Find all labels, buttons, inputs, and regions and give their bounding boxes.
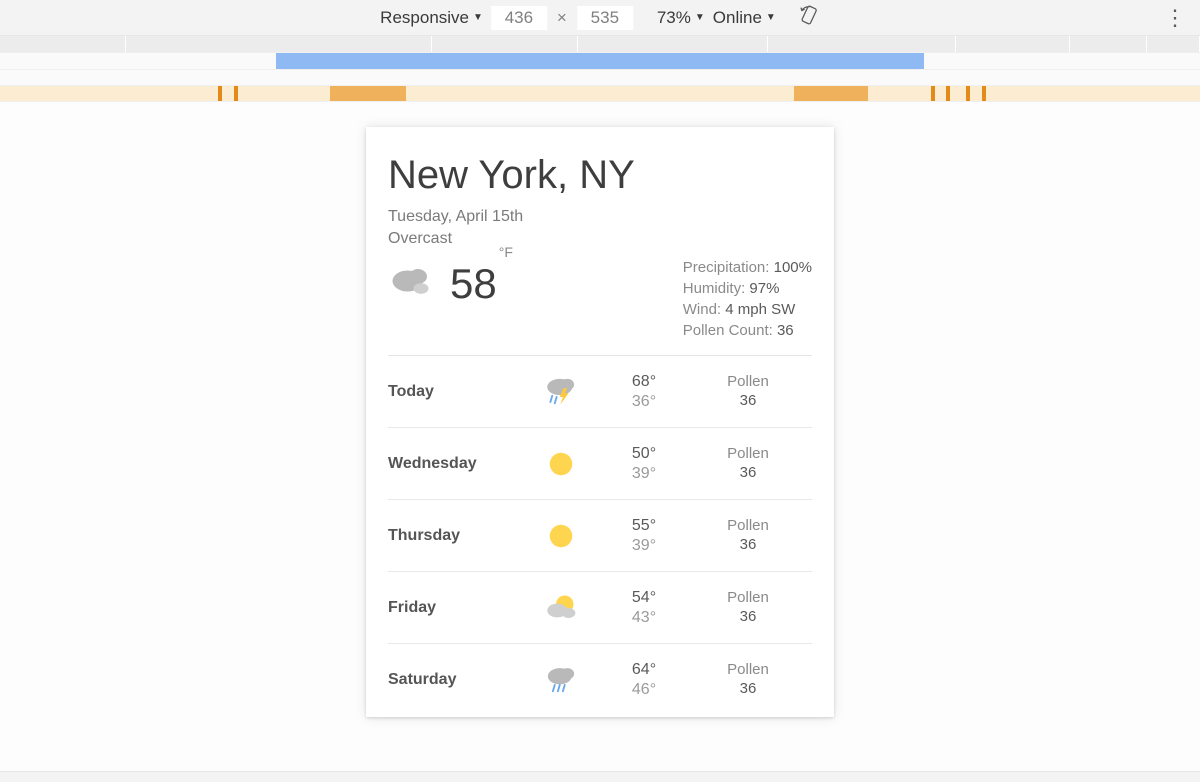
forecast-pollen: Pollen36: [684, 445, 812, 483]
forecast-list: Today68°36°Pollen36Wednesday50°39°Pollen…: [388, 356, 812, 716]
forecast-day: Friday: [388, 599, 518, 617]
precip-value: 100%: [774, 259, 812, 276]
forecast-temps: 54°43°: [604, 588, 684, 628]
pollen-label: Pollen Count:: [683, 322, 773, 339]
dimension-separator: ×: [555, 8, 569, 28]
devtools-bottom-bar: [0, 771, 1200, 782]
device-viewport-stage: New York, NY Tuesday, April 15th Overcas…: [0, 102, 1200, 771]
humidity-label: Humidity:: [683, 280, 746, 297]
throttle-dropdown[interactable]: Online ▼: [713, 8, 776, 28]
sunny-icon: [518, 444, 604, 484]
forecast-low: 39°: [604, 536, 684, 556]
pollen-value: 36: [777, 322, 794, 339]
humidity-value: 97%: [749, 280, 779, 297]
sunny-icon: [518, 516, 604, 556]
resize-handle-south[interactable]: ══: [588, 710, 612, 717]
forecast-low: 36°: [604, 392, 684, 412]
condition-text: Overcast: [388, 228, 812, 250]
thunder-icon: [518, 372, 604, 412]
ruler-blue-row[interactable]: [0, 53, 1200, 70]
throttle-label: Online: [713, 8, 762, 28]
device-mode-dropdown[interactable]: Responsive ▼: [380, 8, 483, 28]
chevron-down-icon: ▼: [473, 12, 483, 23]
forecast-day: Thursday: [388, 527, 518, 545]
forecast-low: 46°: [604, 680, 684, 700]
ruler-spacer-row: [0, 70, 1200, 86]
forecast-row: Today 68°36°Pollen36: [388, 356, 812, 428]
forecast-low: 43°: [604, 608, 684, 628]
devtools-device-toolbar: Responsive ▼ × 73% ▼ Online ▼ ⋮: [0, 0, 1200, 36]
weather-stats: Precipitation: 100% Humidity: 97% Wind: …: [683, 257, 812, 341]
forecast-temps: 50°39°: [604, 444, 684, 484]
ruler-orange-row[interactable]: [0, 86, 1200, 102]
temp-unit: °F: [499, 244, 513, 260]
date-text: Tuesday, April 15th: [388, 206, 812, 228]
current-temp: 58: [450, 260, 497, 307]
forecast-row: Saturday 64°46°Pollen36: [388, 644, 812, 716]
forecast-high: 55°: [604, 516, 684, 536]
rain-icon: [518, 660, 604, 700]
forecast-high: 68°: [604, 372, 684, 392]
zoom-dropdown[interactable]: 73% ▼: [657, 8, 705, 28]
rotate-icon[interactable]: [798, 4, 820, 31]
zoom-label: 73%: [657, 8, 691, 28]
partly-icon: [518, 588, 604, 628]
forecast-pollen: Pollen36: [684, 373, 812, 411]
weather-card: New York, NY Tuesday, April 15th Overcas…: [366, 127, 834, 716]
media-query-ruler: [0, 36, 1200, 102]
overcast-icon: [388, 257, 436, 310]
viewport-width-input[interactable]: [491, 6, 547, 30]
device-mode-label: Responsive: [380, 8, 469, 28]
forecast-temps: 64°46°: [604, 660, 684, 700]
forecast-pollen: Pollen36: [684, 661, 812, 699]
more-options-icon[interactable]: ⋮: [1164, 5, 1190, 31]
forecast-high: 50°: [604, 444, 684, 464]
forecast-row: Friday 54°43°Pollen36: [388, 572, 812, 644]
forecast-row: Wednesday 50°39°Pollen36: [388, 428, 812, 500]
forecast-pollen: Pollen36: [684, 517, 812, 555]
wind-label: Wind:: [683, 301, 721, 318]
current-conditions: 58°F Precipitation: 100% Humidity: 97% W…: [388, 257, 812, 356]
forecast-high: 64°: [604, 660, 684, 680]
viewport-height-input[interactable]: [577, 6, 633, 30]
forecast-day: Wednesday: [388, 455, 518, 473]
ruler-gray-row[interactable]: [0, 36, 1200, 53]
precip-label: Precipitation:: [683, 259, 770, 276]
location-title: New York, NY: [388, 153, 812, 198]
forecast-day: Saturday: [388, 671, 518, 689]
forecast-temps: 55°39°: [604, 516, 684, 556]
forecast-pollen: Pollen36: [684, 589, 812, 627]
forecast-high: 54°: [604, 588, 684, 608]
forecast-day: Today: [388, 383, 518, 401]
chevron-down-icon: ▼: [766, 12, 776, 23]
device-frame: New York, NY Tuesday, April 15th Overcas…: [366, 127, 834, 717]
forecast-low: 39°: [604, 464, 684, 484]
forecast-temps: 68°36°: [604, 372, 684, 412]
chevron-down-icon: ▼: [695, 12, 705, 23]
forecast-row: Thursday 55°39°Pollen36: [388, 500, 812, 572]
wind-value: 4 mph SW: [725, 301, 795, 318]
